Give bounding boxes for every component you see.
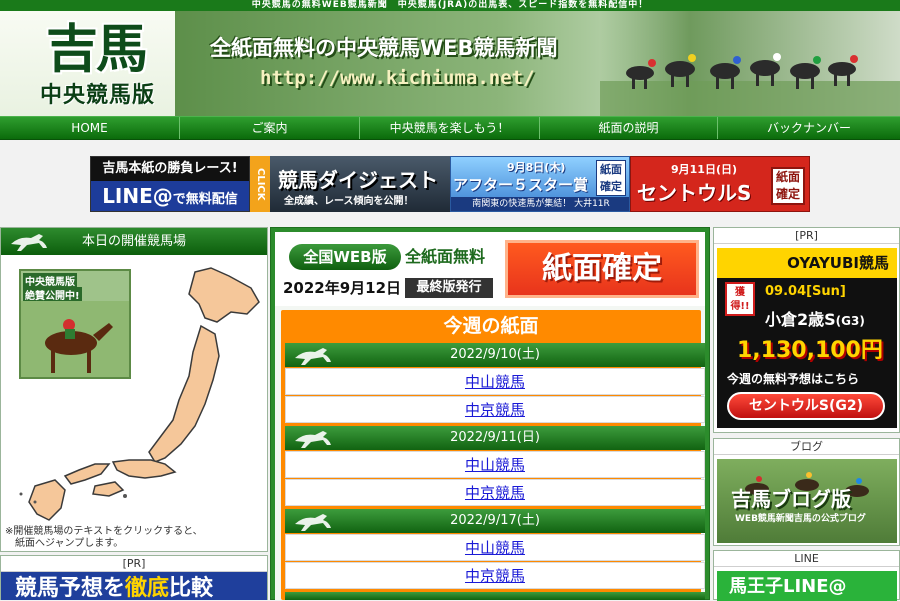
race-link[interactable]: 中山競馬 [465, 456, 525, 474]
running-horse-icon [295, 514, 331, 531]
nav-enjoy-racing[interactable]: 中央競馬を楽しもう！ [360, 117, 540, 139]
running-horse-icon [295, 431, 331, 448]
left-pr-panel: [PR] 競馬予想を徹底比較 [0, 555, 268, 600]
right-blog-panel: ブログ 吉馬ブログ版 WEB競馬新聞吉馬の公式ブログ [713, 438, 900, 546]
line-label: LINE [714, 551, 899, 567]
top-announcement: 中央競馬の無料WEB競馬新聞 中央競馬(JRA)の出馬表、スピード指数を無料配信… [0, 0, 900, 11]
click-tab[interactable]: CLICK [250, 156, 270, 212]
after5-star-banner[interactable]: 9月8日(木) アフター５スター賞 紙面 確定 南関東の快速馬が集結！ 大井11… [450, 156, 630, 212]
map-help-note: ※開催競馬場のテキストをクリックすると、 紙面へジャンプします。 [5, 526, 203, 549]
after5-badge-line1: 紙面 [600, 163, 622, 176]
oyayubi-date: 09.04[Sun] [765, 284, 846, 299]
blog-title: 吉馬ブログ版 [731, 487, 851, 511]
race-link[interactable]: 中山競馬 [465, 373, 525, 391]
date-header: 2022/9/10(土) [285, 343, 705, 367]
main-nav: HOME ご案内 中央競馬を楽しもう！ 紙面の説明 バックナンバー [0, 116, 900, 140]
this-weeks-papers-title: 今週の紙面 [443, 315, 539, 337]
ad-text-b: 徹底 [125, 576, 170, 600]
race-link-item: 中京競馬 [285, 479, 705, 506]
weekly-papers-panel: 全国WEB版 全紙面無料 2022年9月12日 最終版発行 紙面確定 今週の紙面… [270, 227, 710, 600]
running-horse-icon [295, 348, 331, 365]
left-pr-label: [PR] [1, 556, 267, 572]
site-logo-subtitle: 中央競馬版 [40, 83, 156, 108]
kichiuma-blog-banner[interactable]: 吉馬ブログ版 WEB競馬新聞吉馬の公式ブログ [717, 459, 897, 543]
line-at-icon: @ [152, 184, 173, 208]
oyayubi-race: 小倉2歳S [765, 310, 836, 329]
national-web-edition-badge: 全国WEB版 [289, 244, 401, 270]
horse-race-header-image [600, 11, 900, 116]
after5-badge-line2: 確定 [600, 180, 622, 193]
right-pr-panel: [PR] OYAYUBI競馬 獲得!! 09.04[Sun] 小倉2歳S(G3)… [713, 227, 900, 433]
line-banner-headline: 吉馬本紙の勝負レース! [91, 157, 249, 181]
japan-map-image [19, 267, 260, 521]
ad-text-a: 競馬予想を [15, 576, 126, 600]
line-banner[interactable]: 吉馬本紙の勝負レース! LINE@で無料配信 [90, 156, 250, 212]
date-header: 2022/9/11(日) [285, 426, 705, 450]
race-link-item: 中山競馬 [285, 368, 705, 395]
date-label: 2022/9/11(日) [450, 430, 540, 445]
promo-banner-row: 吉馬本紙の勝負レース! LINE@で無料配信 CLICK 競馬ダイジェスト 全成… [90, 156, 810, 212]
blog-label: ブログ [714, 439, 899, 455]
centaur-confirmed-badge: 紙面 確定 [771, 167, 805, 205]
nav-guide[interactable]: ご案内 [180, 117, 360, 139]
site-tagline: 全紙面無料の中央競馬WEB競馬新聞 [210, 36, 558, 60]
final-edition-label: 最終版発行 [405, 278, 493, 298]
todays-racecourses-title: 本日の開催競馬場 [1, 228, 267, 255]
issue-date: 2022年9月12日 [283, 279, 402, 297]
site-logo[interactable]: 吉馬 [46, 17, 166, 83]
oyayubi-won-tag: 獲得!! [725, 282, 755, 316]
oyayubi-payout: 1,130,100円 [737, 338, 883, 363]
race-link[interactable]: 中山競馬 [465, 539, 525, 557]
date-label: 2022/9/17(土) [450, 513, 540, 528]
nav-paper-explanation[interactable]: 紙面の説明 [540, 117, 718, 139]
race-link-item: 中京競馬 [285, 396, 705, 423]
centaur-stakes-button[interactable]: セントウルS(G2) [727, 392, 885, 420]
race-link[interactable]: 中京競馬 [465, 484, 525, 502]
centaur-badge-line1: 紙面 [775, 170, 800, 184]
todays-racecourses-panel: 本日の開催競馬場 中央競馬版 絶賛公開中! ※開催競馬場のテキストをクリックする… [0, 227, 268, 552]
todays-racecourses-label: 本日の開催競馬場 [81, 234, 186, 249]
centaur-title: セントウルS [637, 181, 752, 205]
race-link-item: 中山競馬 [285, 534, 705, 561]
blog-subtitle: WEB競馬新聞吉馬の公式ブログ [735, 514, 866, 524]
centaur-badge-line2: 確定 [775, 187, 800, 201]
weekly-papers-inner: 全国WEB版 全紙面無料 2022年9月12日 最終版発行 紙面確定 今週の紙面… [275, 232, 705, 600]
this-weeks-papers: 今週の紙面 2022/9/10(土) 中山競馬 中京競馬 2022/9/11(日… [281, 310, 705, 600]
after5-title: アフター５スター賞 [453, 176, 589, 194]
centaur-stakes-banner[interactable]: 9月11日(日) セントウルS 紙面 確定 [630, 156, 810, 212]
date-label: 2022/9/10(土) [450, 347, 540, 362]
oyayubi-keiba-ad[interactable]: OYAYUBI競馬 獲得!! 09.04[Sun] 小倉2歳S(G3) 1,13… [717, 248, 897, 428]
date-header-next [285, 592, 705, 600]
right-pr-label: [PR] [714, 228, 899, 244]
date-header: 2022/9/17(土) [285, 509, 705, 533]
nav-home[interactable]: HOME [0, 117, 180, 139]
umaoji-line-banner[interactable]: 馬王子LINE@ [717, 571, 897, 601]
line-banner-free: で無料配信 [172, 192, 238, 207]
race-link[interactable]: 中京競馬 [465, 567, 525, 585]
digest-title: 競馬ダイジェスト [278, 168, 438, 192]
running-horse-icon [11, 234, 47, 251]
nav-back-numbers[interactable]: バックナンバー [718, 117, 900, 139]
line-logo-text: LINE [102, 184, 153, 208]
after5-date: 9月8日(木) [507, 161, 566, 174]
after5-subtitle: 南関東の快速馬が集結！ 大井11R [451, 197, 629, 211]
digest-subtitle: 全成績、レース傾向を公開！ [284, 196, 414, 207]
race-link-item: 中京競馬 [285, 562, 705, 589]
right-line-panel: LINE 馬王子LINE@ [713, 550, 900, 601]
paper-status-header: 全国WEB版 全紙面無料 2022年9月12日 最終版発行 紙面確定 [275, 232, 705, 306]
race-link-item: 中山競馬 [285, 451, 705, 478]
site-header: 吉馬 中央競馬版 全紙面無料の中央競馬WEB競馬新聞 http://www.ki… [0, 11, 900, 116]
site-url: http://www.kichiuma.net/ [260, 67, 535, 89]
race-link[interactable]: 中京競馬 [465, 401, 525, 419]
keiba-comparison-ad[interactable]: 競馬予想を徹底比較 [1, 572, 267, 600]
oyayubi-free-tips: 今週の無料予想はこちら [727, 372, 860, 386]
centaur-date: 9月11日(日) [671, 163, 738, 176]
oyayubi-title: OYAYUBI競馬 [717, 248, 897, 278]
paper-confirmed-banner: 紙面確定 [505, 240, 699, 298]
ad-text-c: 比較 [169, 576, 214, 600]
all-free-label: 全紙面無料 [405, 247, 486, 266]
after5-confirmed-badge: 紙面 確定 [596, 160, 626, 196]
oyayubi-grade: (G3) [835, 314, 865, 328]
keiba-digest-banner[interactable]: 競馬ダイジェスト 全成績、レース傾向を公開！ [270, 156, 450, 212]
